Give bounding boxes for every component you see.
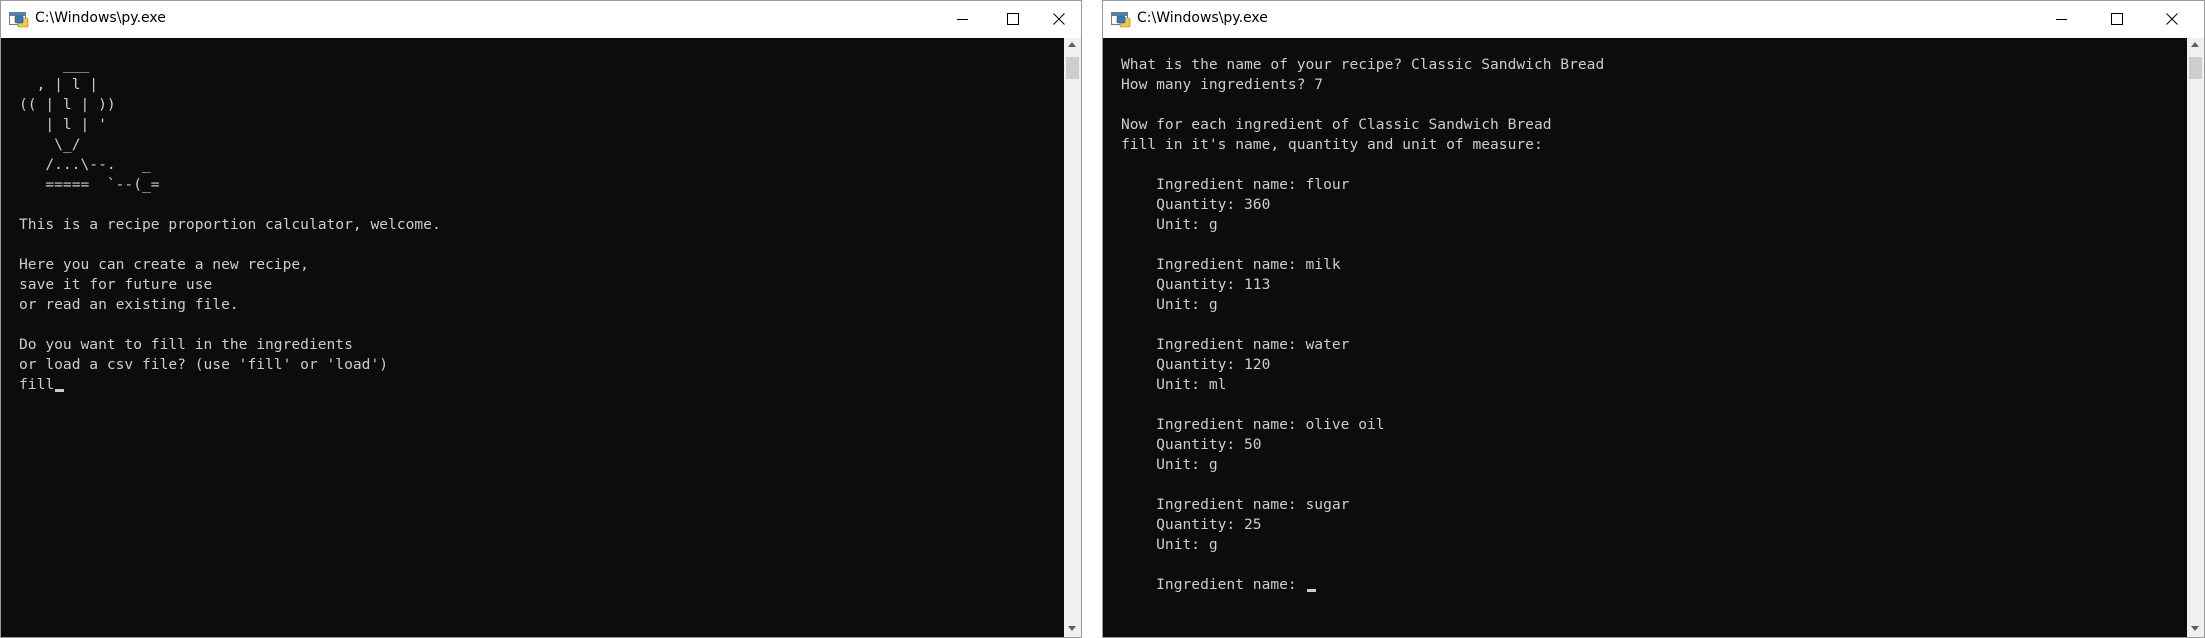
scroll-down-arrow-icon[interactable] (1068, 626, 1076, 631)
console-output[interactable]: What is the name of your recipe? Classic… (1103, 38, 2187, 637)
vertical-scrollbar[interactable] (1064, 38, 1081, 637)
close-icon (1053, 13, 1065, 25)
window-title: C:\Windows\py.exe (1137, 10, 1268, 26)
minimize-button[interactable] (940, 1, 986, 38)
minimize-button[interactable] (2039, 1, 2085, 38)
maximize-icon (2111, 13, 2123, 25)
scrollbar-thumb[interactable] (2189, 57, 2202, 79)
console-text: What is the name of your recipe? Classic… (1121, 56, 1605, 593)
maximize-button[interactable] (990, 1, 1036, 38)
window-title: C:\Windows\py.exe (35, 10, 166, 26)
scroll-up-arrow-icon[interactable] (2191, 42, 2199, 47)
close-icon (2166, 13, 2178, 25)
scroll-down-arrow-icon[interactable] (2191, 626, 2199, 631)
text-cursor (1306, 589, 1316, 592)
console-window-left[interactable]: C:\Windows\py.exe ___ , | l | (( | l | )… (0, 0, 1082, 638)
text-cursor (55, 389, 65, 392)
close-button[interactable] (2149, 1, 2195, 38)
scroll-up-arrow-icon[interactable] (1068, 42, 1076, 47)
minimize-icon (957, 19, 968, 20)
close-button[interactable] (1036, 1, 1081, 38)
python-console-icon (1111, 12, 1131, 28)
title-bar[interactable]: C:\Windows\py.exe (1, 1, 1081, 39)
minimize-icon (2056, 19, 2067, 20)
title-bar[interactable]: C:\Windows\py.exe (1103, 1, 2204, 39)
python-console-icon (9, 12, 29, 28)
vertical-scrollbar[interactable] (2187, 38, 2204, 637)
maximize-button[interactable] (2094, 1, 2140, 38)
console-text: ___ , | l | (( | l | )) | l | ' \_/ /...… (19, 56, 441, 393)
console-window-right[interactable]: C:\Windows\py.exe What is the name of yo… (1102, 0, 2205, 638)
scrollbar-thumb[interactable] (1066, 57, 1079, 79)
maximize-icon (1007, 13, 1019, 25)
console-output[interactable]: ___ , | l | (( | l | )) | l | ' \_/ /...… (1, 38, 1064, 637)
